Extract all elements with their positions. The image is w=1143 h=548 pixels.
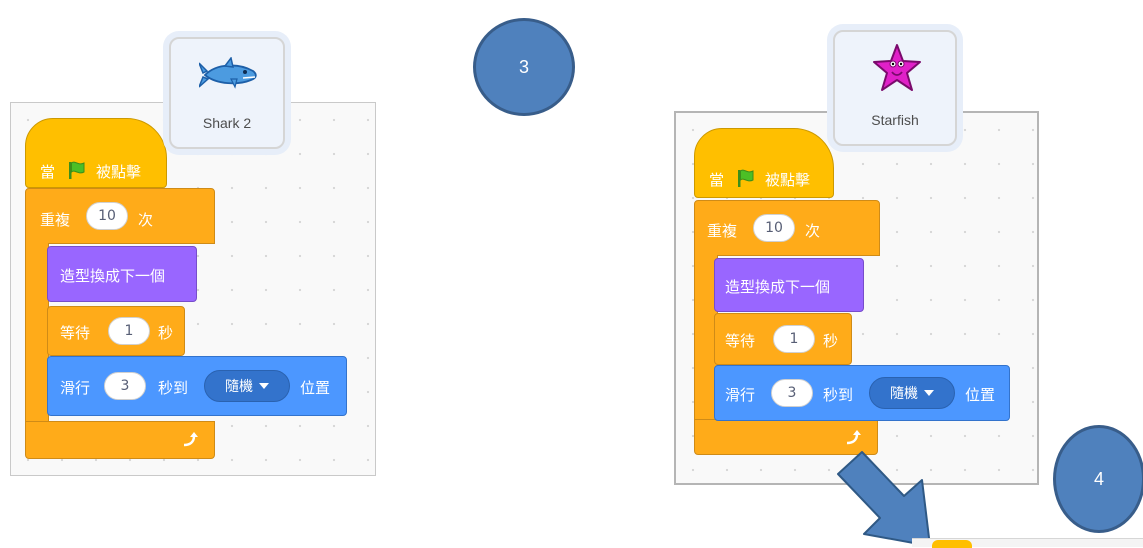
- clicked-label: 被點擊: [765, 171, 811, 189]
- clicked-label: 被點擊: [96, 163, 142, 181]
- glide-seconds-input[interactable]: 3: [771, 379, 813, 407]
- when-label: 當: [40, 163, 56, 181]
- dropdown-caret-icon: [259, 383, 269, 389]
- repeat-unit-label: 次: [138, 211, 154, 229]
- repeat-count-input[interactable]: 10: [86, 202, 128, 230]
- repeat-unit-label: 次: [805, 222, 821, 240]
- glide-target-value: 隨機: [890, 386, 918, 402]
- shark-icon: [199, 57, 257, 89]
- loop-arrow-icon: [183, 432, 198, 447]
- sprite-name-shark: Shark 2: [202, 115, 252, 131]
- green-flag-icon: [738, 169, 754, 187]
- wait-seconds-input[interactable]: 1: [773, 325, 815, 353]
- sprite-card-starfish[interactable]: Starfish: [833, 30, 957, 146]
- sprite-card-shark[interactable]: Shark 2: [169, 37, 285, 149]
- glide-suffix-label: 位置: [965, 386, 996, 404]
- next-costume-label: 造型換成下一個: [60, 267, 166, 285]
- script-area-shark: 當 被點擊 重複 10 次 造型換成下一個 等待 1 秒 滑行 3 秒到 隨機: [10, 102, 376, 476]
- wait-block[interactable]: 等待 1 秒: [714, 313, 852, 365]
- when-label: 當: [709, 171, 725, 189]
- sprite-name-starfish: Starfish: [871, 112, 919, 128]
- repeat-block[interactable]: 重複 10 次: [25, 188, 215, 244]
- wait-seconds-input[interactable]: 1: [108, 317, 150, 345]
- step-badge-3: 3: [473, 18, 575, 116]
- next-costume-block[interactable]: 造型換成下一個: [714, 258, 864, 312]
- wait-unit-label: 秒: [823, 332, 839, 350]
- wait-label: 等待: [60, 324, 91, 342]
- glide-to-random-block[interactable]: 滑行 3 秒到 隨機 位置: [47, 356, 347, 416]
- script-area-starfish: 當 被點擊 重複 10 次 造型換成下一個 等待 1 秒 滑行 3 秒到 隨機 …: [674, 111, 1039, 485]
- repeat-count-input[interactable]: 10: [753, 214, 795, 242]
- glide-seconds-input[interactable]: 3: [104, 372, 146, 400]
- step-badge-4: 4: [1053, 425, 1143, 533]
- wait-unit-label: 秒: [158, 324, 174, 342]
- glide-unit-label: 秒到: [158, 379, 189, 397]
- green-flag-icon: [69, 161, 85, 179]
- repeat-arm: [25, 243, 49, 423]
- wait-block[interactable]: 等待 1 秒: [47, 306, 185, 356]
- next-costume-label: 造型換成下一個: [725, 278, 831, 296]
- repeat-label: 重複: [707, 222, 738, 240]
- glide-unit-label: 秒到: [823, 386, 854, 404]
- wait-label: 等待: [725, 332, 756, 350]
- repeat-bottom: [25, 421, 215, 459]
- glide-label: 滑行: [725, 386, 756, 404]
- glide-suffix-label: 位置: [300, 379, 331, 397]
- glide-to-random-block[interactable]: 滑行 3 秒到 隨機 位置: [714, 365, 1010, 421]
- dropdown-caret-icon: [924, 390, 934, 396]
- when-flag-clicked-block[interactable]: 當 被點擊: [25, 118, 167, 188]
- starfish-icon: [873, 44, 921, 91]
- repeat-label: 重複: [40, 211, 71, 229]
- repeat-block[interactable]: 重複 10 次: [694, 200, 880, 256]
- glide-target-dropdown[interactable]: 隨機: [869, 377, 955, 409]
- when-flag-clicked-block[interactable]: 當 被點擊: [694, 128, 834, 198]
- glide-label: 滑行: [60, 379, 91, 397]
- glide-target-dropdown[interactable]: 隨機: [204, 370, 290, 402]
- next-costume-block[interactable]: 造型換成下一個: [47, 246, 197, 302]
- loop-arrow-icon: [846, 430, 861, 445]
- partial-hat-block: [932, 540, 972, 548]
- pointer-arrow-icon: [837, 451, 931, 546]
- glide-target-value: 隨機: [225, 379, 253, 395]
